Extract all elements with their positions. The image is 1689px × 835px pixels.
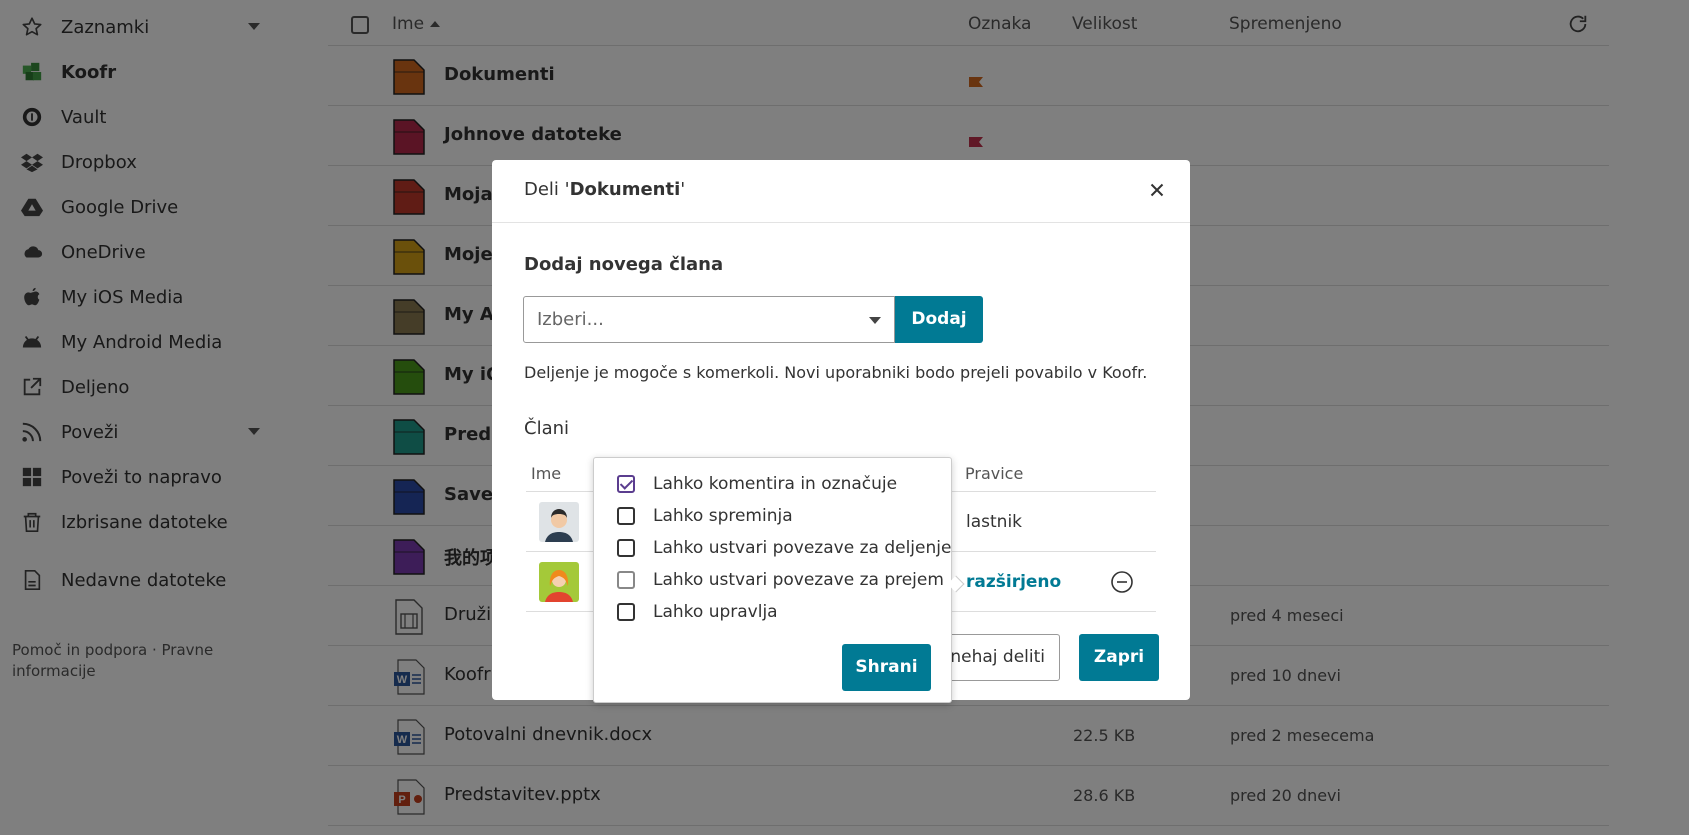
member-select[interactable]: Izberi... <box>523 296 895 343</box>
checkbox[interactable] <box>617 507 635 525</box>
checkbox[interactable] <box>617 539 635 557</box>
permission-option[interactable]: Lahko komentira in označuje <box>617 472 897 496</box>
permission-option[interactable]: Lahko upravlja <box>617 600 778 624</box>
chevron-down-icon <box>869 317 881 324</box>
permission-option[interactable]: Lahko ustvari povezave za prejem <box>617 568 944 592</box>
save-button[interactable]: Shrani <box>842 644 931 691</box>
remove-member-icon[interactable] <box>1110 570 1134 594</box>
dialog-header: Deli 'Dokumenti' <box>492 160 1190 223</box>
permission-option[interactable]: Lahko spreminja <box>617 504 793 528</box>
avatar <box>539 502 579 542</box>
permission-label: Lahko spreminja <box>653 506 793 526</box>
sharing-hint: Deljenje je mogoče s komerkoli. Novi upo… <box>524 363 1148 382</box>
checkbox[interactable] <box>617 603 635 621</box>
checkbox[interactable] <box>617 571 635 589</box>
permission-label: Lahko komentira in označuje <box>653 474 898 494</box>
permission-label: Lahko ustvari povezave za prejem <box>653 570 944 590</box>
select-placeholder: Izberi... <box>537 309 604 330</box>
add-member-heading: Dodaj novega člana <box>524 254 724 275</box>
dialog-title: Deli 'Dokumenti' <box>524 179 686 200</box>
column-name: Ime <box>531 464 562 483</box>
add-button[interactable]: Dodaj <box>895 296 983 343</box>
permissions-popover: Lahko komentira in označuje Lahko spremi… <box>593 457 965 703</box>
column-rights: Pravice <box>965 464 1024 483</box>
permission-label: Lahko upravlja <box>653 602 778 622</box>
members-heading: Člani <box>524 418 570 439</box>
avatar <box>539 562 579 602</box>
checkbox-checked[interactable] <box>617 475 635 493</box>
member-rights-link[interactable]: razširjeno <box>966 572 1061 592</box>
close-icon[interactable] <box>1146 179 1168 201</box>
permission-option[interactable]: Lahko ustvari povezave za deljenje <box>617 536 951 560</box>
permission-label: Lahko ustvari povezave za deljenje <box>653 538 952 558</box>
member-rights: lastnik <box>966 512 1023 532</box>
close-button[interactable]: Zapri <box>1079 634 1159 681</box>
